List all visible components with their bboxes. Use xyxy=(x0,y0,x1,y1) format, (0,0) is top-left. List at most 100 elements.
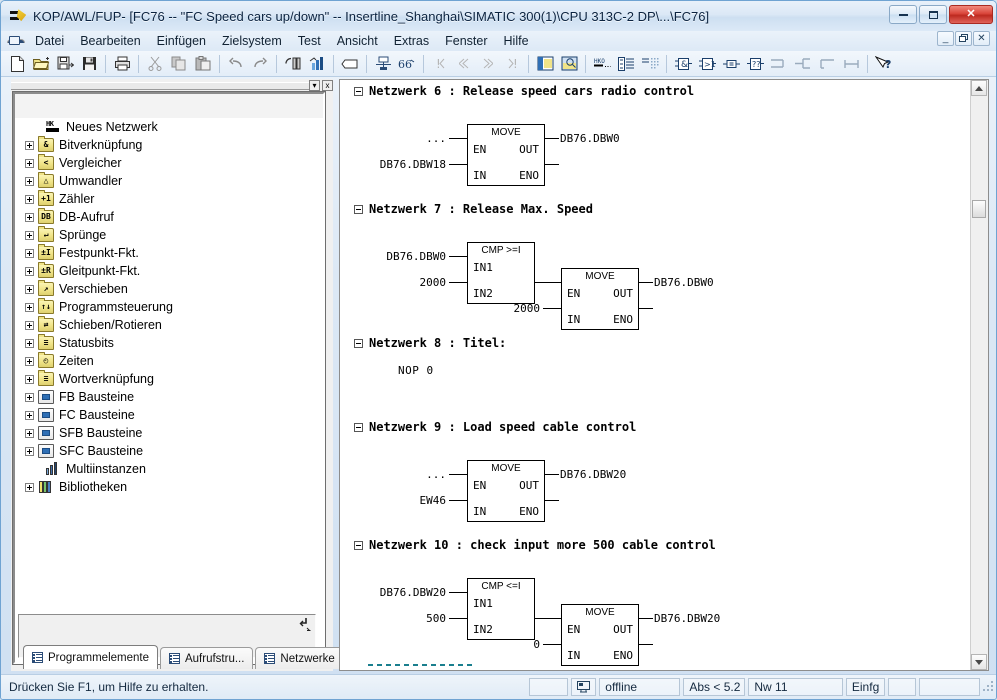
tree-item-vergleicher[interactable]: < Vergleicher xyxy=(15,154,323,172)
or-box-icon[interactable]: >1 xyxy=(696,53,718,75)
next-error-icon[interactable] xyxy=(477,53,499,75)
menu-item-extras[interactable]: Extras xyxy=(386,32,437,50)
split-view-icon[interactable] xyxy=(534,53,556,75)
move-block[interactable]: MOVE EN OUT IN ENO xyxy=(561,268,639,330)
branch-up-icon[interactable] xyxy=(816,53,838,75)
undo-icon[interactable] xyxy=(225,53,247,75)
move-block[interactable]: MOVE EN OUT IN ENO xyxy=(561,604,639,666)
panel-drag-grip[interactable] xyxy=(11,82,309,90)
and-box-icon[interactable]: & xyxy=(672,53,694,75)
mdi-minimize-button[interactable]: _ xyxy=(937,31,954,46)
collapse-icon[interactable] xyxy=(354,204,363,214)
monitor-icon[interactable] xyxy=(306,53,328,75)
collapse-icon[interactable] xyxy=(354,422,363,432)
panel-close-button[interactable]: x xyxy=(322,79,333,91)
network-6[interactable]: Netzwerk 6 : Release speed cars radio co… xyxy=(354,84,971,189)
minimize-button[interactable] xyxy=(889,5,917,24)
symbol-table-icon[interactable] xyxy=(339,53,361,75)
cmp-block[interactable]: CMP >=I IN1 IN2 xyxy=(467,242,535,304)
last-error-icon[interactable]: ! xyxy=(501,53,523,75)
expander-icon[interactable] xyxy=(25,284,34,294)
tree-item-schieben-rotieren[interactable]: ⇄ Schieben/Rotieren xyxy=(15,316,323,334)
tree-item-fc-bausteine[interactable]: FC Bausteine xyxy=(15,406,323,424)
open-icon[interactable] xyxy=(30,53,52,75)
move-block[interactable]: MOVE EN OUT IN ENO xyxy=(467,124,545,186)
menu-item-hilfe[interactable]: Hilfe xyxy=(496,32,537,50)
expander-icon[interactable] xyxy=(25,374,34,384)
tree-item-gleitpunkt-fkt[interactable]: ±R Gleitpunkt-Fkt. xyxy=(15,262,323,280)
move-block[interactable]: MOVE EN OUT IN ENO xyxy=(467,460,545,522)
mdi-close-button[interactable]: ✕ xyxy=(973,31,990,46)
tree-item-statusbits[interactable]: ≡ Statusbits xyxy=(15,334,323,352)
assign-box-icon[interactable] xyxy=(720,53,742,75)
panel-dropdown-button[interactable]: ▾ xyxy=(309,79,320,91)
collapse-icon[interactable] xyxy=(354,338,363,348)
branch-open-icon[interactable] xyxy=(768,53,790,75)
expander-icon[interactable] xyxy=(25,230,34,240)
expander-icon[interactable] xyxy=(25,140,34,150)
menu-item-einfuegen[interactable]: Einfügen xyxy=(149,32,214,50)
expander-icon[interactable] xyxy=(25,392,34,402)
system-menu-icon[interactable] xyxy=(7,34,25,48)
expander-icon[interactable] xyxy=(25,248,34,258)
tree-item-festpunkt-fkt[interactable]: ±I Festpunkt-Fkt. xyxy=(15,244,323,262)
goto-icon[interactable] xyxy=(297,616,313,632)
tree-item-umwandler[interactable]: △ Umwandler xyxy=(15,172,323,190)
network-10[interactable]: Netzwerk 10 : check input more 500 cable… xyxy=(354,538,971,666)
menu-item-datei[interactable]: Datei xyxy=(27,32,72,50)
cmp-block[interactable]: CMP <=I IN1 IN2 xyxy=(467,578,535,640)
expander-icon[interactable] xyxy=(25,194,34,204)
expander-icon[interactable] xyxy=(25,410,34,420)
tree-item-verschieben[interactable]: ↗ Verschieben xyxy=(15,280,323,298)
overview-icon[interactable] xyxy=(558,53,580,75)
expander-icon[interactable] xyxy=(25,302,34,312)
expander-icon[interactable] xyxy=(25,266,34,276)
expander-icon[interactable] xyxy=(25,482,34,492)
help-pointer-icon[interactable]: ? xyxy=(873,53,895,75)
symbolic-representation-icon[interactable] xyxy=(372,53,394,75)
tree-item-zeiten[interactable]: ◴ Zeiten xyxy=(15,352,323,370)
maximize-button[interactable] xyxy=(919,5,947,24)
scroll-up-icon[interactable] xyxy=(971,80,987,96)
tree-item-bitverknuepfung[interactable]: & Bitverknüpfung xyxy=(15,136,323,154)
mdi-restore-button[interactable] xyxy=(955,31,972,46)
expander-icon[interactable] xyxy=(25,158,34,168)
close-button[interactable]: ✕ xyxy=(949,5,993,24)
expander-icon[interactable] xyxy=(25,320,34,330)
collapse-icon[interactable] xyxy=(354,540,363,550)
comment-icon[interactable] xyxy=(639,53,661,75)
ladder-canvas[interactable]: Netzwerk 6 : Release speed cars radio co… xyxy=(340,80,971,670)
tree-item-neues-netzwerk[interactable]: HK Neues Netzwerk xyxy=(15,118,323,136)
tab-aufrufstruktur[interactable]: Aufrufstru... xyxy=(159,647,254,669)
expander-icon[interactable] xyxy=(25,446,34,456)
collapse-icon[interactable] xyxy=(354,86,363,96)
redo-icon[interactable] xyxy=(249,53,271,75)
connect-icon[interactable] xyxy=(840,53,862,75)
menu-item-ansicht[interactable]: Ansicht xyxy=(329,32,386,50)
tree-item-bibliotheken[interactable]: Bibliotheken xyxy=(15,478,323,496)
paste-icon[interactable] xyxy=(192,53,214,75)
branch-close-icon[interactable] xyxy=(792,53,814,75)
tree-item-wortverknuepfung[interactable]: ≡ Wortverknüpfung xyxy=(15,370,323,388)
network-title-icon[interactable]: HKO xyxy=(591,53,613,75)
menu-item-zielsystem[interactable]: Zielsystem xyxy=(214,32,290,50)
cut-icon[interactable] xyxy=(144,53,166,75)
network-9[interactable]: Netzwerk 9 : Load speed cable control MO… xyxy=(354,420,971,525)
tree-item-fb-bausteine[interactable]: FB Bausteine xyxy=(15,388,323,406)
editor-vertical-scrollbar[interactable] xyxy=(970,80,988,670)
prev-error-icon[interactable] xyxy=(453,53,475,75)
save-as-icon[interactable] xyxy=(54,53,76,75)
copy-icon[interactable] xyxy=(168,53,190,75)
tab-netzwerke[interactable]: Netzwerke xyxy=(255,647,344,669)
tree-item-db-aufruf[interactable]: DB DB-Aufruf xyxy=(15,208,323,226)
menu-item-fenster[interactable]: Fenster xyxy=(437,32,495,50)
new-icon[interactable] xyxy=(6,53,28,75)
tab-programmelemente[interactable]: Programmelemente xyxy=(23,645,158,669)
tree-item-programmsteuerung[interactable]: ↑↓ Programmsteuerung xyxy=(15,298,323,316)
scroll-down-icon[interactable] xyxy=(971,654,987,670)
first-error-icon[interactable]: ! xyxy=(429,53,451,75)
scrollbar-thumb[interactable] xyxy=(972,200,986,218)
tree-item-sfb-bausteine[interactable]: SFB Bausteine xyxy=(15,424,323,442)
download-icon[interactable] xyxy=(282,53,304,75)
print-icon[interactable] xyxy=(111,53,133,75)
